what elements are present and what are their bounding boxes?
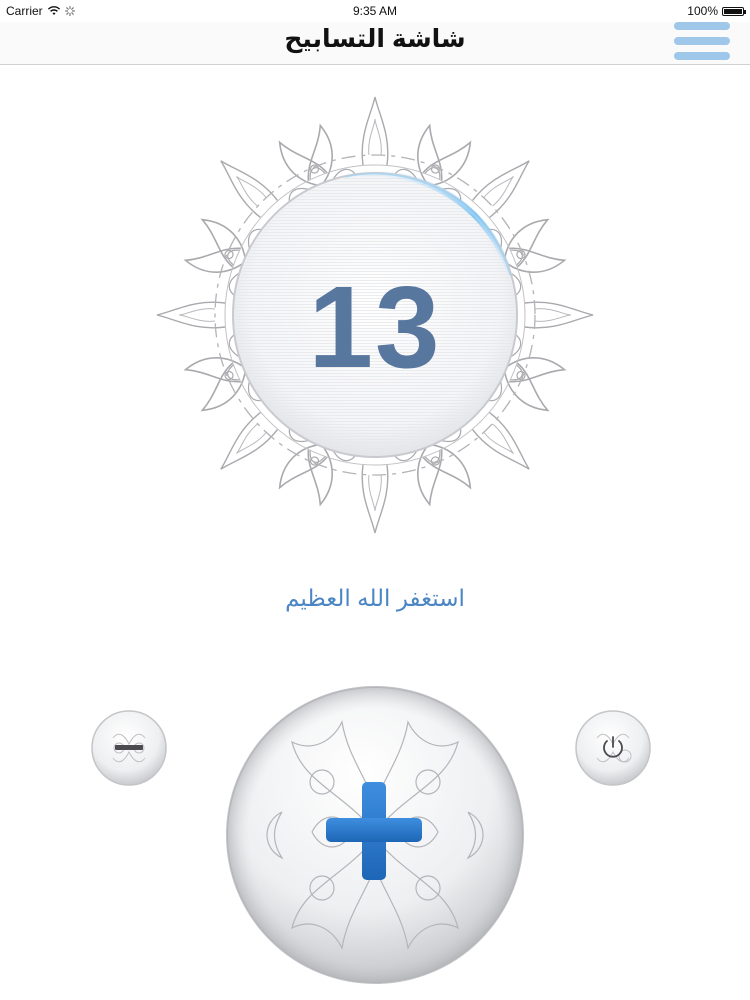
battery-level-fill	[724, 8, 742, 14]
status-right: 100%	[687, 4, 746, 18]
counter-value: 13	[308, 262, 442, 392]
tasbih-screen: Carrier 9:35 AM 100% شاشة التسابيح 13 اس…	[0, 0, 750, 1000]
decrement-button[interactable]	[89, 708, 169, 788]
increment-button[interactable]	[222, 682, 528, 988]
minus-icon	[115, 745, 143, 750]
navigation-bar: شاشة التسابيح	[0, 22, 750, 65]
page-title: شاشة التسابيح	[284, 25, 466, 53]
decrement-button-face	[91, 710, 167, 786]
increment-button-face	[226, 686, 524, 984]
battery-percent: 100%	[687, 4, 718, 18]
reset-button[interactable]	[573, 708, 653, 788]
dhikr-text: استغفر الله العظيم	[285, 585, 465, 611]
menu-button[interactable]	[674, 22, 732, 62]
status-time: 9:35 AM	[352, 4, 398, 18]
counter-display: 13	[150, 90, 600, 550]
battery-icon	[722, 6, 746, 16]
reset-button-face	[575, 710, 651, 786]
status-bar: Carrier 9:35 AM 100%	[0, 0, 750, 22]
